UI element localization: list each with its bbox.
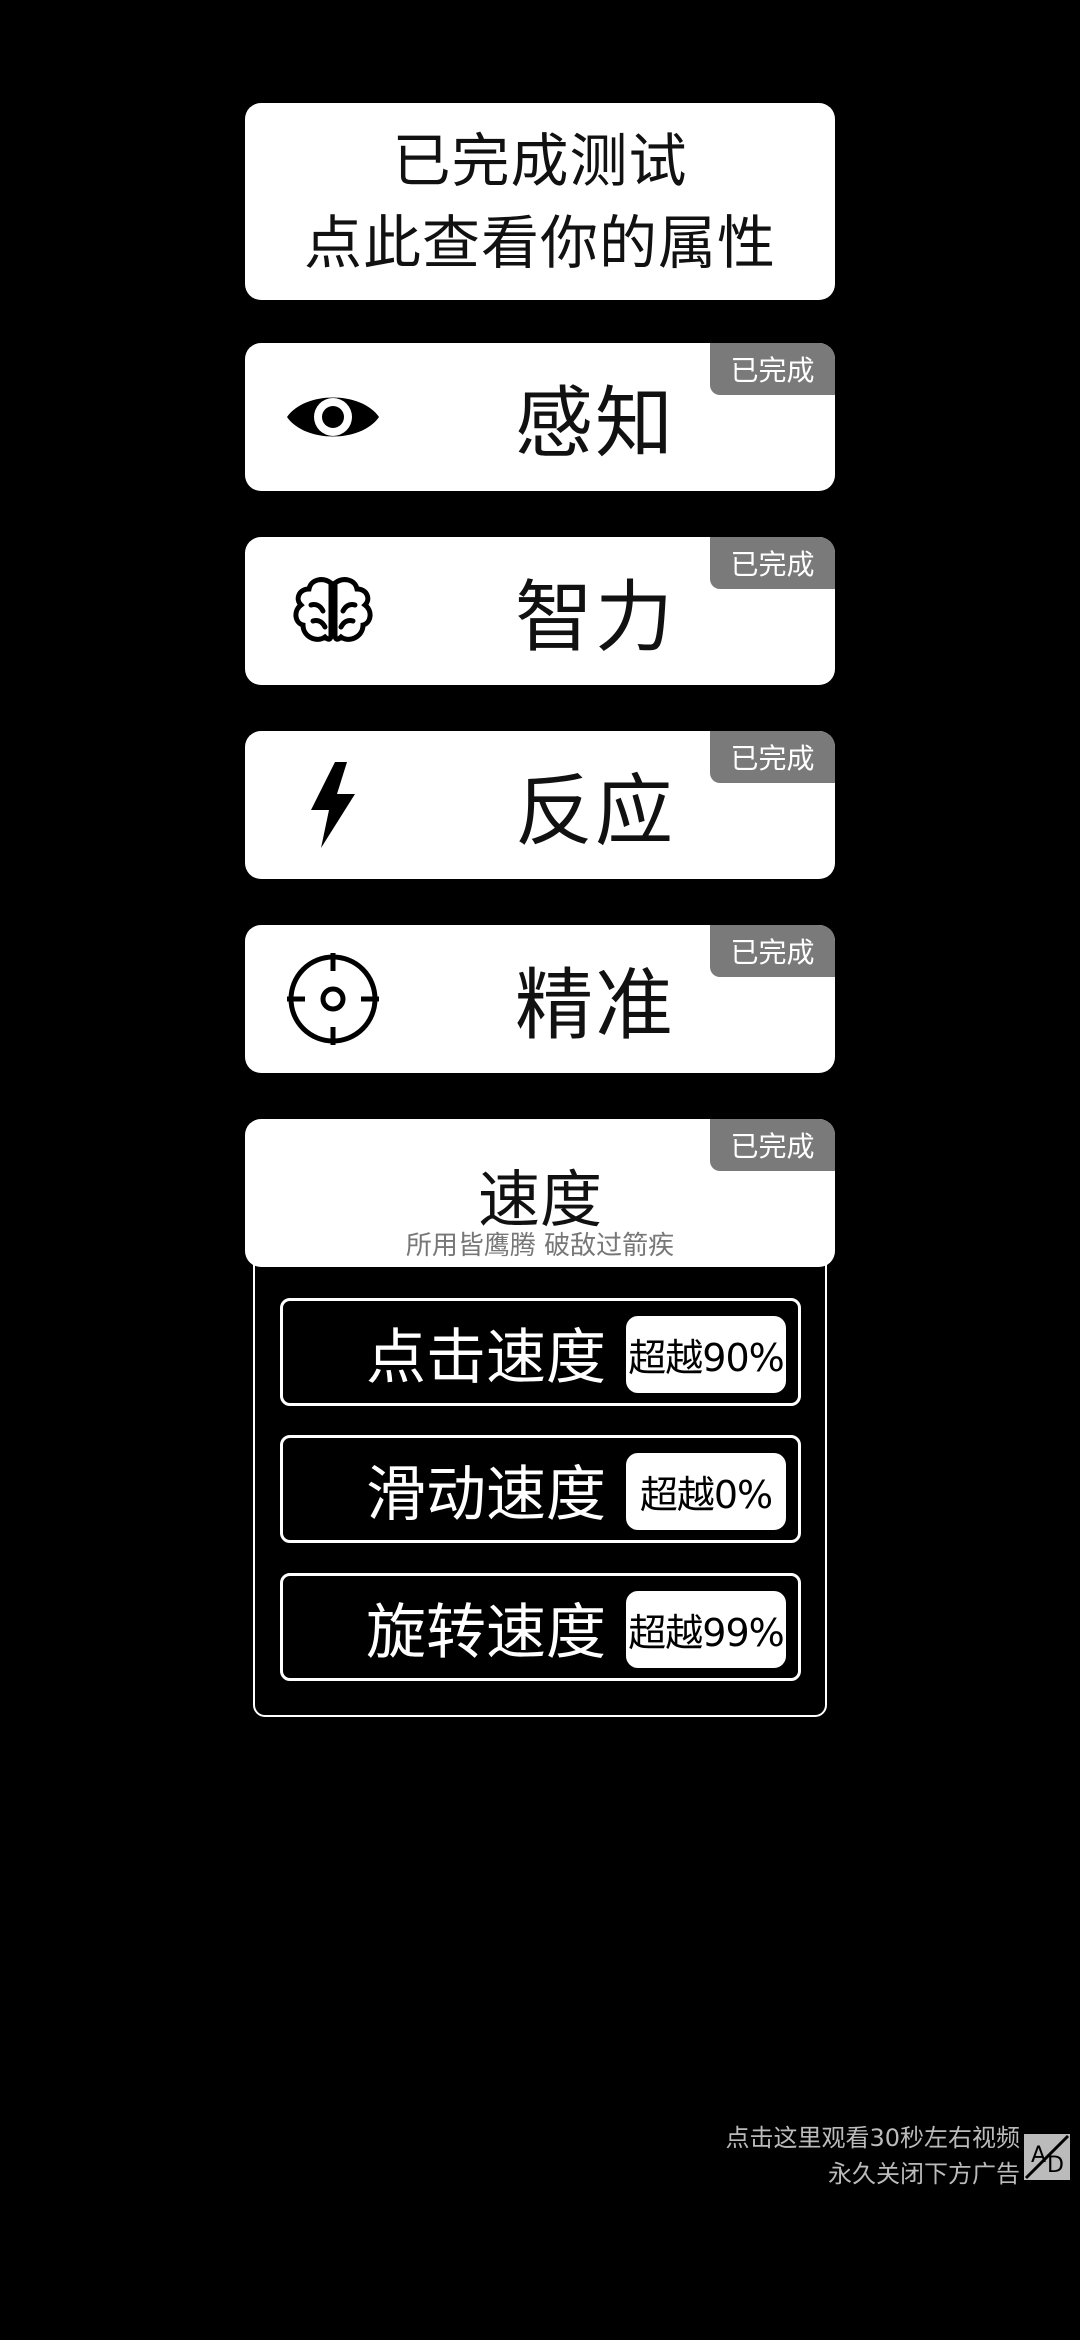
attribute-card-intelligence[interactable]: 智力 已完成 (245, 537, 835, 685)
completed-badge: 已完成 (710, 343, 835, 395)
attribute-card-speed[interactable]: 速度 所用皆鹰腾 破敌过箭疾 已完成 (245, 1119, 835, 1267)
remove-ads-button[interactable]: 点击这里观看30秒左右视频 永久关闭下方广告 A D (540, 2120, 1080, 2200)
remove-ads-line1: 点击这里观看30秒左右视频 (725, 2124, 1020, 2152)
speed-row-swipe: 滑动速度 超越0% (280, 1435, 801, 1543)
speed-subtitle: 所用皆鹰腾 破敌过箭疾 (405, 1231, 675, 1261)
ad-icon: A D (1022, 2132, 1072, 2182)
remove-ads-text: 点击这里观看30秒左右视频 永久关闭下方广告 (725, 2120, 1020, 2192)
speed-row-label: 点击速度 (366, 1322, 606, 1393)
speed-row-rotate: 旋转速度 超越99% (280, 1573, 801, 1681)
speed-row-value: 超越99% (626, 1591, 786, 1668)
remove-ads-line2: 永久关闭下方广告 (828, 2160, 1020, 2188)
speed-row-label: 旋转速度 (366, 1597, 606, 1668)
attribute-card-reaction[interactable]: 反应 已完成 (245, 731, 835, 879)
view-attributes-label: 点此查看你的属性 (303, 208, 776, 277)
svg-text:D: D (1047, 2153, 1064, 2178)
speed-row-value: 超越0% (626, 1453, 786, 1530)
attribute-card-precision[interactable]: 精准 已完成 (245, 925, 835, 1073)
attribute-card-perception[interactable]: 感知 已完成 (245, 343, 835, 491)
completed-badge: 已完成 (710, 925, 835, 977)
completed-badge: 已完成 (710, 731, 835, 783)
view-attributes-button[interactable]: 已完成测试 点此查看你的属性 (245, 103, 835, 300)
speed-row-value: 超越90% (626, 1316, 786, 1393)
completed-badge: 已完成 (710, 1119, 835, 1171)
completed-title: 已完成测试 (392, 126, 688, 195)
speed-row-label: 滑动速度 (366, 1459, 606, 1530)
speed-row-click: 点击速度 超越90% (280, 1298, 801, 1406)
completed-badge: 已完成 (710, 537, 835, 589)
